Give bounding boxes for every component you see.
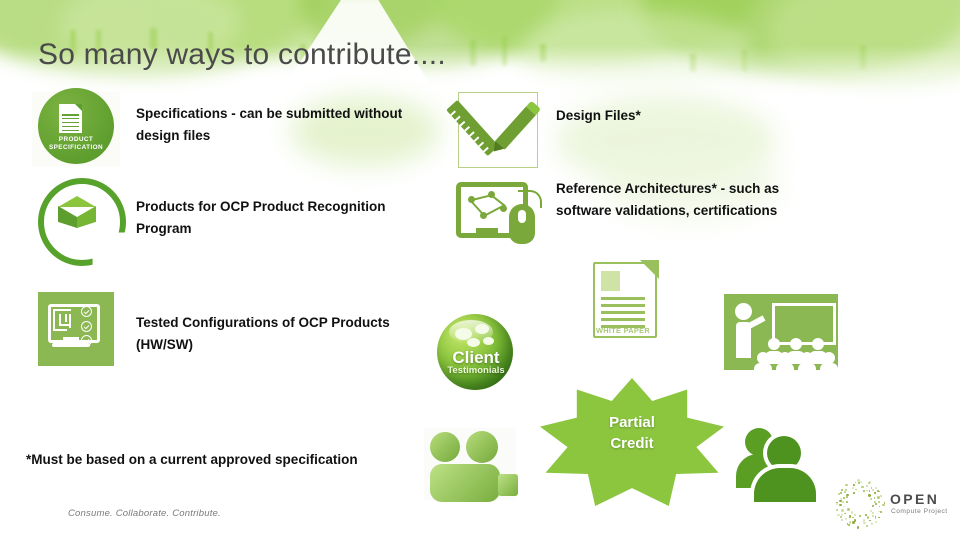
design-files-text: Design Files* [556,108,641,123]
slide-canvas: So many ways to contribute.... PRODUCT S… [0,0,960,540]
monitor-checklist-icon [38,292,114,366]
user-group-icon [424,428,518,502]
reference-architectures-text: Reference Architectures* - such as softw… [556,181,780,218]
specifications-text: Specifications - can be submitted withou… [136,106,403,143]
ocp-product-recognition-text: Products for OCP Product Recognition Pro… [136,199,386,236]
product-spec-caption-line1: PRODUCT [58,136,94,143]
client-testimonials-sphere-icon: Client Testimonials [433,312,519,392]
client-testimonials-line2: Testimonials [447,365,505,376]
white-paper-caption: WHITE PAPER [595,326,651,335]
pencil-ruler-icon [446,92,542,168]
community-people-icon [736,424,824,502]
tested-configurations-text: Tested Configurations of OCP Products (H… [136,315,390,352]
starburst-icon: Partial Credit [540,378,724,506]
partial-credit-line2: Credit [610,435,654,453]
page-title: So many ways to contribute.... [38,38,446,71]
partial-credit-line1: Partial [609,414,655,431]
training-presentation-icon [724,294,838,376]
monitor-mouse-icon [452,176,542,254]
white-paper-icon: WHITE PAPER [593,260,659,340]
tagline-text: Consume. Collaborate. Contribute. [68,508,221,519]
ocp-logo-subtitle: Compute Project [891,508,948,515]
footnote-text: *Must be based on a current approved spe… [26,452,358,467]
product-specification-icon: PRODUCT SPECIFICATION [32,88,120,166]
ocp-logo-word: OPEN [890,491,940,507]
ocp-logo: OPEN Compute Project [835,478,950,530]
product-spec-caption-line2: SPECIFICATION [48,143,104,151]
cube-ring-icon [36,176,126,266]
